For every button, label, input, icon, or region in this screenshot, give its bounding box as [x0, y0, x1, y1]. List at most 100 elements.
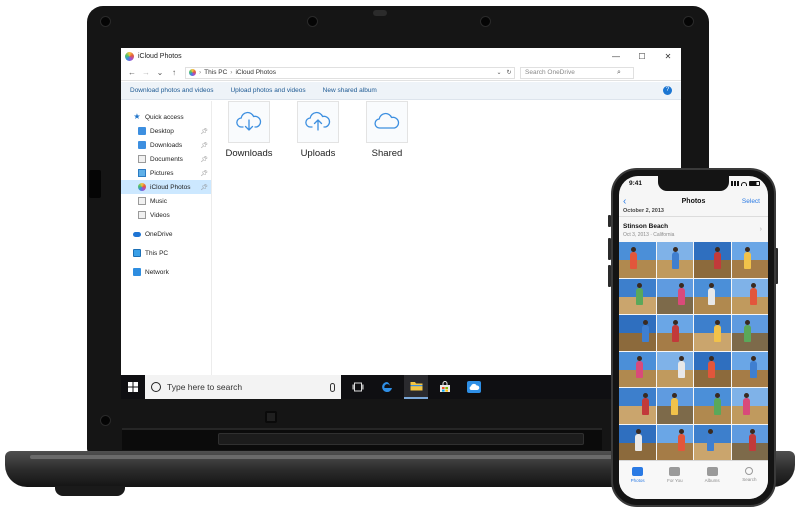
tab-albums[interactable]: Albums [694, 461, 731, 499]
nav-item-this-pc[interactable]: This PC [121, 246, 211, 260]
photo-thumbnail[interactable] [656, 424, 694, 461]
nav-item-desktop[interactable]: Desktop 📌︎ [121, 124, 211, 138]
folder-uploads[interactable]: Uploads [288, 101, 348, 159]
photo-subject [671, 392, 679, 415]
photo-thumbnail[interactable] [731, 278, 769, 315]
nav-item-network[interactable]: Network [121, 265, 211, 279]
photo-thumbnail[interactable] [619, 242, 656, 278]
photo-thumbnail[interactable] [694, 315, 731, 351]
tab-search[interactable]: Search [731, 461, 768, 499]
window-controls: — ☐ ✕ [603, 48, 681, 64]
computer-icon [133, 249, 141, 257]
tab-label: For You [667, 478, 683, 483]
lid-screw [480, 16, 491, 27]
webcam [373, 10, 387, 16]
close-button[interactable]: ✕ [655, 48, 681, 64]
wifi-icon [741, 181, 747, 186]
download-photos-button[interactable]: Download photos and videos [130, 87, 213, 94]
cloud-upload-icon [305, 111, 331, 131]
photo-thumbnail[interactable] [731, 242, 769, 278]
photo-thumbnail[interactable] [731, 351, 769, 388]
up-arrow-icon[interactable]: ↑ [167, 68, 181, 77]
tab-for-you[interactable]: For You [656, 461, 693, 499]
back-arrow-icon[interactable]: ← [125, 68, 139, 77]
photo-thumbnail[interactable] [619, 351, 656, 388]
photo-thumbnail[interactable] [731, 424, 769, 461]
photo-grid [619, 242, 768, 460]
nav-quick-access[interactable]: ★ Quick access [121, 110, 211, 124]
phone-screen: 9:41 ‹ Photos Select October 2, 2013 Sti… [619, 176, 768, 499]
nav-item-documents[interactable]: Documents 📌︎ [121, 152, 211, 166]
pin-icon[interactable]: 📌︎ [200, 156, 208, 163]
photo-thumbnail[interactable] [694, 424, 731, 461]
photo-thumbnail[interactable] [656, 242, 694, 278]
photo-subject [743, 319, 751, 342]
new-shared-album-button[interactable]: New shared album [323, 87, 377, 94]
nav-label: OneDrive [145, 230, 173, 238]
search-input[interactable] [525, 69, 617, 76]
status-icons [731, 181, 760, 186]
photo-thumbnail[interactable] [619, 388, 656, 424]
icloud-app-icon[interactable] [462, 375, 486, 399]
search-field[interactable]: ⌕ [520, 66, 634, 79]
pin-icon[interactable]: 📌︎ [200, 170, 208, 177]
nav-item-music[interactable]: Music [121, 194, 211, 208]
nav-label: Music [150, 197, 167, 205]
photo-thumbnail[interactable] [694, 388, 731, 424]
photo-thumbnail[interactable] [656, 315, 694, 351]
lid-screw [100, 415, 111, 426]
photo-thumbnail[interactable] [694, 278, 731, 315]
battery-icon [749, 181, 760, 186]
file-explorer-icon[interactable] [404, 375, 428, 399]
photo-subject [749, 356, 757, 379]
pin-icon[interactable]: 📌︎ [200, 142, 208, 149]
moment-title[interactable]: Stinson Beach [623, 223, 668, 230]
photo-subject [635, 429, 643, 452]
minimize-button[interactable]: — [603, 48, 629, 64]
taskbar-search-box[interactable]: Type here to search [145, 375, 341, 399]
nav-item-videos[interactable]: Videos [121, 208, 211, 222]
nav-label: Videos [150, 211, 170, 219]
tab-photos[interactable]: Photos [619, 461, 656, 499]
pin-icon[interactable]: 📌︎ [200, 184, 208, 191]
recent-locations-icon[interactable]: ⌄ [153, 68, 167, 77]
help-icon[interactable]: ? [663, 86, 672, 95]
forward-arrow-icon[interactable]: → [139, 68, 153, 77]
search-icon[interactable]: ⌕ [617, 69, 621, 77]
photo-thumbnail[interactable] [619, 315, 656, 351]
task-view-icon[interactable] [346, 375, 370, 399]
photo-subject [629, 246, 637, 269]
folder-shared[interactable]: Shared [357, 101, 417, 159]
photo-thumbnail[interactable] [619, 278, 656, 315]
photo-subject [671, 319, 679, 342]
select-button[interactable]: Select [742, 198, 760, 205]
folder-downloads[interactable]: Downloads [219, 101, 279, 159]
photo-thumbnail[interactable] [694, 242, 731, 278]
nav-item-pictures[interactable]: Pictures 📌︎ [121, 166, 211, 180]
upload-photos-button[interactable]: Upload photos and videos [230, 87, 305, 94]
microphone-icon[interactable] [330, 382, 335, 392]
nav-item-icloud-photos[interactable]: iCloud Photos 📌︎ [121, 180, 211, 194]
photo-thumbnail[interactable] [731, 388, 769, 424]
breadcrumb-this-pc[interactable]: This PC [204, 69, 227, 76]
store-icon[interactable] [433, 375, 457, 399]
address-field[interactable]: › This PC › iCloud Photos ⌄ ↻ [185, 66, 515, 79]
maximize-button[interactable]: ☐ [629, 48, 655, 64]
photo-thumbnail[interactable] [619, 424, 656, 461]
nav-item-onedrive[interactable]: OneDrive [121, 227, 211, 241]
nav-item-downloads[interactable]: Downloads 📌︎ [121, 138, 211, 152]
photo-thumbnail[interactable] [731, 315, 769, 351]
photo-thumbnail[interactable] [656, 278, 694, 315]
photo-thumbnail[interactable] [656, 351, 694, 388]
windows-start-icon[interactable] [121, 375, 145, 399]
chevron-right-icon[interactable]: › [760, 226, 762, 233]
lid-screw [100, 16, 111, 27]
edge-browser-icon[interactable] [375, 375, 399, 399]
refresh-icon[interactable]: ↻ [504, 69, 514, 76]
breadcrumb-icloud-photos[interactable]: iCloud Photos [235, 69, 275, 76]
cortana-circle-icon [151, 382, 161, 392]
photo-thumbnail[interactable] [656, 388, 694, 424]
address-dropdown-icon[interactable]: ⌄ [494, 69, 504, 76]
photo-thumbnail[interactable] [694, 351, 731, 388]
pin-icon[interactable]: 📌︎ [200, 128, 208, 135]
